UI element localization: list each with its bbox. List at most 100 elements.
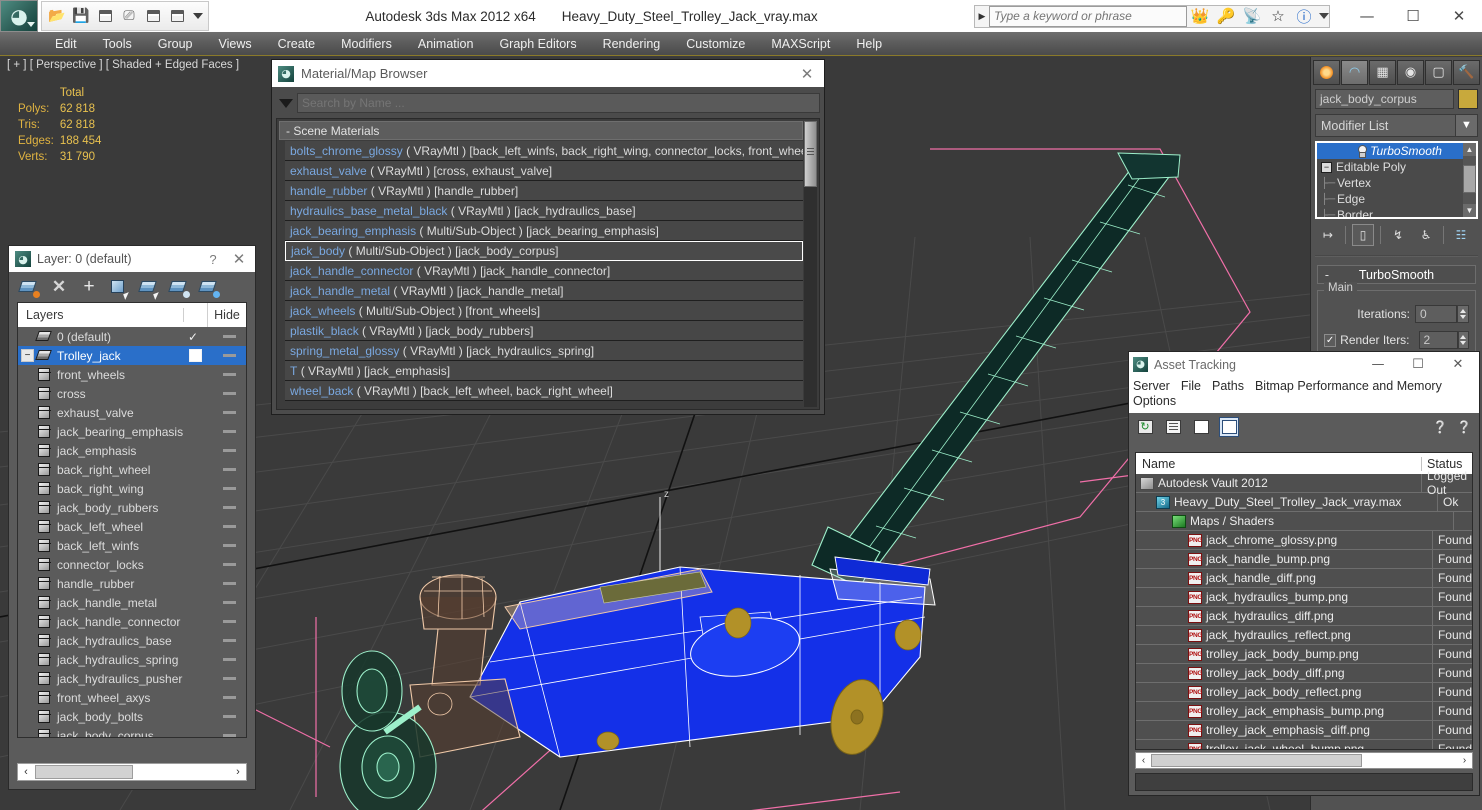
layer-manager-dialog[interactable]: ◕ Layer: 0 (default) ? ✕ ✕ + Layers Hide… xyxy=(8,245,256,790)
refresh-icon[interactable]: ↻ xyxy=(1135,417,1155,437)
tab-display[interactable]: ▢ xyxy=(1425,59,1452,85)
application-menu-button[interactable]: ◕ xyxy=(0,0,38,32)
tab-motion[interactable]: ◉ xyxy=(1397,59,1424,85)
chevron-down-icon[interactable]: ▼ xyxy=(1455,115,1477,136)
remove-modifier-icon[interactable]: ♿ xyxy=(1415,224,1437,246)
detail-view-icon[interactable] xyxy=(1191,417,1211,437)
asset-row[interactable]: PNG jack_hydraulics_reflect.png Found xyxy=(1136,626,1472,645)
layer-row[interactable]: front_wheel_axys xyxy=(18,688,246,707)
scrollbar-thumb[interactable] xyxy=(1463,165,1476,193)
minimize-button[interactable]: — xyxy=(1361,357,1395,372)
search-input[interactable] xyxy=(989,5,1187,27)
show-end-result-icon[interactable]: ▯ xyxy=(1352,224,1374,246)
hide-toggle[interactable] xyxy=(223,658,236,661)
tab-modify[interactable]: ◠ xyxy=(1341,59,1368,85)
material-map-browser-dialog[interactable]: ◕ Material/Map Browser ✕ - Scene Materia… xyxy=(271,59,825,415)
menu-item-group[interactable]: Group xyxy=(145,33,206,55)
layer-row[interactable]: front_wheels xyxy=(18,365,246,384)
configure-sets-icon[interactable]: ☷ xyxy=(1450,224,1472,246)
menu-item-create[interactable]: Create xyxy=(265,33,329,55)
asset-row[interactable]: 3 Heavy_Duty_Steel_Trolley_Jack_vray.max O… xyxy=(1136,493,1472,512)
asset-row[interactable]: Maps / Shaders xyxy=(1136,512,1472,531)
highlight-selected-icon[interactable] xyxy=(168,277,190,298)
modifier-list-dropdown[interactable]: Modifier List ▼ xyxy=(1315,114,1478,137)
object-color-swatch[interactable] xyxy=(1458,89,1478,109)
render-iters-spinner[interactable] xyxy=(1457,331,1469,349)
lightbulb-icon[interactable] xyxy=(1355,145,1368,158)
expand-icon[interactable]: − xyxy=(1321,161,1332,173)
viewport-label[interactable]: [ + ] [ Perspective ] [ Shaded + Edged F… xyxy=(7,59,239,71)
modifier-stack-row[interactable]: ├─ Edge xyxy=(1317,191,1476,207)
menu-item-rendering[interactable]: Rendering xyxy=(590,33,674,55)
material-list-body[interactable]: - Scene Materials bolts_chrome_glossy ( … xyxy=(276,118,820,410)
render-iters-value[interactable]: 2 xyxy=(1418,331,1458,349)
list-view-icon[interactable] xyxy=(1163,417,1183,437)
context-help-icon[interactable]: ❔ xyxy=(1455,418,1473,436)
layer-row[interactable]: back_right_wheel xyxy=(18,460,246,479)
layer-row[interactable]: jack_hydraulics_base xyxy=(18,631,246,650)
new-layer-icon[interactable] xyxy=(18,277,40,298)
hide-toggle[interactable] xyxy=(223,525,236,528)
hide-toggle[interactable] xyxy=(223,373,236,376)
hide-toggle[interactable] xyxy=(223,411,236,414)
menu-item-edit[interactable]: Edit xyxy=(42,33,90,55)
layer-row[interactable]: jack_emphasis xyxy=(18,441,246,460)
asset-row[interactable]: PNG trolley_jack_body_diff.png Found xyxy=(1136,664,1472,683)
scene-materials-group-header[interactable]: - Scene Materials xyxy=(279,121,803,140)
collapse-icon[interactable]: − xyxy=(21,349,34,362)
modifier-stack-row[interactable]: − Editable Poly xyxy=(1317,159,1476,175)
scroll-left-icon[interactable]: ‹ xyxy=(18,766,34,778)
layer-row[interactable]: cross xyxy=(18,384,246,403)
layer-row[interactable]: back_right_wing xyxy=(18,479,246,498)
close-icon[interactable]: ✕ xyxy=(229,250,249,268)
asset-menu-server[interactable]: Server xyxy=(1133,379,1177,394)
material-row[interactable]: T ( VRayMtl ) [jack_emphasis] xyxy=(285,361,803,381)
scroll-left-icon[interactable]: ‹ xyxy=(1136,755,1151,766)
layer-row[interactable]: jack_handle_connector xyxy=(18,612,246,631)
search-expand-icon[interactable]: ▶ xyxy=(975,11,989,22)
menu-item-graph-editors[interactable]: Graph Editors xyxy=(486,33,589,55)
scroll-up-icon[interactable]: ▲ xyxy=(1463,143,1476,156)
hide-toggle[interactable] xyxy=(223,506,236,509)
help-icon[interactable]: ⓘ xyxy=(1291,5,1317,28)
scrollbar-thumb[interactable] xyxy=(35,765,133,779)
satellite-icon[interactable]: 📡 xyxy=(1239,5,1265,28)
render-iters-checkbox[interactable]: ✓ xyxy=(1324,333,1337,347)
grid-view-icon[interactable] xyxy=(1219,417,1239,437)
material-row[interactable]: spring_metal_glossy ( VRayMtl ) [jack_hy… xyxy=(285,341,803,361)
layer-row[interactable]: jack_body_corpus xyxy=(18,726,246,737)
material-row[interactable]: jack_body ( Multi/Sub-Object ) [jack_bod… xyxy=(285,241,803,261)
iterations-value[interactable]: 0 xyxy=(1415,305,1457,323)
asset-menu-options[interactable]: Options xyxy=(1133,394,1183,409)
tab-create[interactable] xyxy=(1313,59,1340,85)
layer-properties-icon[interactable] xyxy=(198,277,220,298)
hide-toggle[interactable] xyxy=(223,601,236,604)
menu-item-modifiers[interactable]: Modifiers xyxy=(328,33,405,55)
layer-row[interactable]: jack_handle_metal xyxy=(18,593,246,612)
layer-row[interactable]: jack_hydraulics_pusher xyxy=(18,669,246,688)
hide-toggle[interactable] xyxy=(223,430,236,433)
select-highlighted-icon[interactable] xyxy=(138,277,161,300)
asset-row[interactable]: PNG jack_hydraulics_diff.png Found xyxy=(1136,607,1472,626)
asset-menu-file[interactable]: File xyxy=(1181,379,1208,394)
close-button[interactable]: ✕ xyxy=(1441,357,1475,372)
layer-row[interactable]: − Trolley_jack xyxy=(18,346,246,365)
asset-menu-paths[interactable]: Paths xyxy=(1212,379,1251,394)
layer-horizontal-scrollbar[interactable]: ‹ › xyxy=(17,763,247,781)
maximize-button[interactable]: ☐ xyxy=(1401,357,1435,372)
chevron-down-icon[interactable] xyxy=(27,22,35,27)
help-button[interactable]: ? xyxy=(203,252,223,267)
hide-toggle[interactable] xyxy=(223,487,236,490)
modifier-stack-row[interactable]: ├─ Vertex xyxy=(1317,175,1476,191)
scroll-right-icon[interactable]: › xyxy=(230,766,246,778)
window-icon[interactable] xyxy=(143,6,163,26)
hide-toggle[interactable] xyxy=(223,544,236,547)
asset-row[interactable]: PNG trolley_jack_emphasis_diff.png Found xyxy=(1136,721,1472,740)
maximize-button[interactable]: ☐ xyxy=(1390,0,1436,32)
layer-row[interactable]: back_left_wheel xyxy=(18,517,246,536)
menu-item-maxscript[interactable]: MAXScript xyxy=(758,33,843,55)
menu-item-help[interactable]: Help xyxy=(843,33,895,55)
layer-row[interactable]: jack_hydraulics_spring xyxy=(18,650,246,669)
save-icon[interactable]: 💾 xyxy=(71,6,91,26)
material-row[interactable]: plastik_black ( VRayMtl ) [jack_body_rub… xyxy=(285,321,803,341)
